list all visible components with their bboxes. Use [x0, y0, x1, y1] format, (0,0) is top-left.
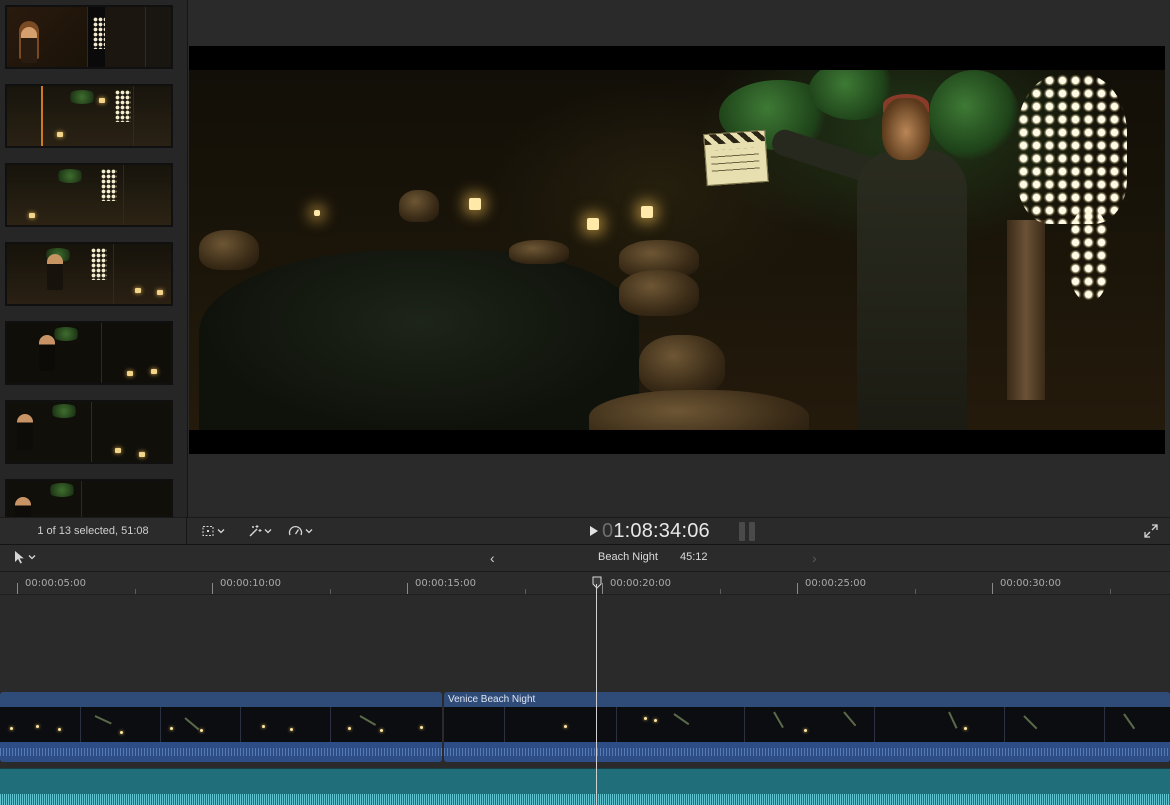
- project-duration: 45:12: [680, 551, 708, 563]
- music-audio-clip[interactable]: [0, 768, 1170, 805]
- playhead[interactable]: [596, 584, 597, 805]
- event-browser: [0, 0, 187, 517]
- timeline-clip[interactable]: [0, 692, 442, 762]
- project-name: Beach Night: [598, 551, 658, 563]
- clip-audio-waveform: [444, 742, 1170, 762]
- timecode-leading: 0: [602, 520, 614, 542]
- tool-menu-button[interactable]: [14, 550, 36, 564]
- audio-waveform: [0, 794, 1170, 805]
- string-lights: [1017, 74, 1127, 224]
- timecode-value: 1:08:34:06: [613, 520, 710, 542]
- ruler-label: 00:00:20:00: [610, 578, 672, 589]
- fullscreen-button[interactable]: [1144, 524, 1158, 538]
- filmstrip-clip[interactable]: [5, 321, 173, 385]
- retime-menu-button[interactable]: [288, 523, 313, 539]
- video-frame[interactable]: [189, 46, 1165, 454]
- filmstrip-clip[interactable]: [5, 84, 173, 148]
- viewer-image: [189, 70, 1165, 430]
- enhancements-menu-button[interactable]: [247, 523, 272, 539]
- timecode-display[interactable]: 01:08:34:06: [602, 519, 710, 543]
- timeline[interactable]: 00:00:05:00 00:00:10:00 00:00:15:00 00:0…: [0, 572, 1170, 805]
- playhead-handle[interactable]: [592, 576, 602, 589]
- timeline-header: ‹ Beach Night 45:12 ›: [0, 544, 1170, 572]
- skimmer-line: [41, 86, 43, 146]
- timeline-history-forward-button[interactable]: ›: [812, 550, 817, 566]
- clip-filmstrip: [444, 707, 1170, 742]
- clip-title: Venice Beach Night: [448, 694, 536, 705]
- transform-menu-button[interactable]: [201, 523, 225, 539]
- filmstrip-clip[interactable]: [5, 5, 173, 69]
- clapperboard: [703, 129, 769, 187]
- timeline-clip-venice-beach-night[interactable]: Venice Beach Night: [444, 692, 1170, 762]
- viewer-toolbar: 01:08:34:06: [187, 517, 1170, 544]
- timeline-history-back-button[interactable]: ‹: [490, 550, 495, 566]
- chevron-down-icon: [217, 529, 225, 534]
- ruler-label: 00:00:10:00: [220, 578, 282, 589]
- ruler-label: 00:00:30:00: [1000, 578, 1062, 589]
- play-button[interactable]: [587, 523, 601, 539]
- speedometer-icon: [288, 525, 303, 535]
- ruler-label: 00:00:25:00: [805, 578, 867, 589]
- audio-meter-icon[interactable]: [739, 522, 755, 541]
- chevron-down-icon: [305, 529, 313, 534]
- selection-status: 1 of 13 selected, 51:08: [0, 517, 187, 544]
- filmstrip-clip[interactable]: [5, 479, 173, 517]
- magic-wand-icon: [249, 524, 262, 536]
- ruler-label: 00:00:05:00: [25, 578, 87, 589]
- chevron-down-icon: [264, 529, 272, 534]
- clip-filmstrip: [0, 707, 442, 742]
- timeline-ruler[interactable]: 00:00:05:00 00:00:10:00 00:00:15:00 00:0…: [0, 572, 1170, 595]
- crop-icon: [202, 526, 214, 536]
- filmstrip-clip[interactable]: [5, 242, 173, 306]
- chevron-down-icon: [28, 555, 36, 560]
- ruler-label: 00:00:15:00: [415, 578, 477, 589]
- clip-audio-waveform: [0, 742, 442, 762]
- arrow-pointer-icon: [15, 551, 24, 564]
- filmstrip-clip[interactable]: [5, 163, 173, 227]
- viewer: [187, 0, 1170, 517]
- filmstrip-clip[interactable]: [5, 400, 173, 464]
